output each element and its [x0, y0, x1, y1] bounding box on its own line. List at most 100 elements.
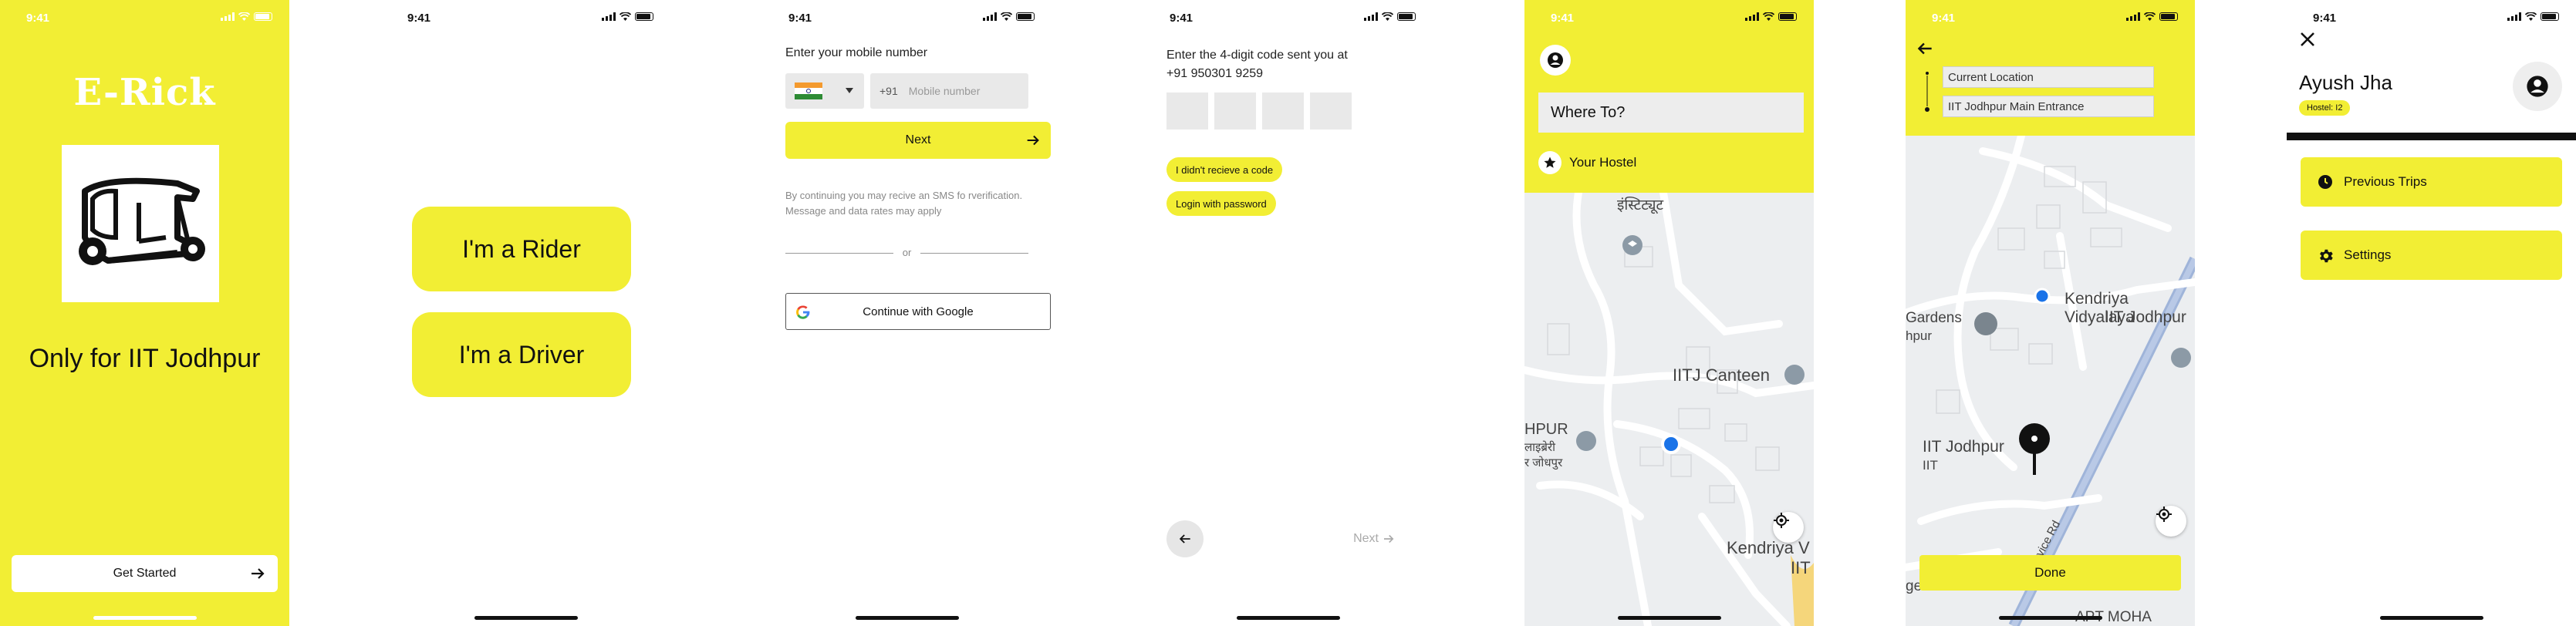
map-label-iitj-top: IIT Jodhpur	[2105, 308, 2186, 326]
profile-screen: 9:41 Ayush Jha Hostel: I2 Previous Trips…	[2287, 0, 2576, 626]
battery-icon	[1016, 12, 1035, 21]
status-icons	[221, 12, 272, 21]
phone-field[interactable]: +91	[870, 73, 1028, 109]
splash-screen: 9:41 E-Rick Only for IIT Jodhpur Get Sta…	[0, 0, 289, 626]
signal-icon	[2507, 12, 2521, 21]
divider-bar	[2287, 133, 2576, 140]
home-indicator	[93, 616, 197, 620]
signal-icon	[983, 12, 997, 21]
battery-icon	[1397, 12, 1416, 21]
hostel-badge: Hostel: I2	[2299, 100, 2351, 116]
map-view[interactable]: इंस्टिट्यूट IITJ Canteen HPUR लाइब्रेरी …	[1524, 193, 1814, 626]
otp-phone: +91 950301 9259	[1166, 67, 1264, 80]
arrow-right-icon	[1027, 135, 1039, 146]
google-icon	[796, 305, 810, 319]
status-time: 9:41	[26, 12, 50, 25]
next-label: Next	[905, 133, 931, 146]
divider-line	[920, 253, 1028, 254]
status-time: 9:41	[1551, 12, 1575, 25]
otp-digit-1[interactable]	[1166, 93, 1208, 130]
wifi-icon	[1001, 12, 1012, 21]
home-indicator	[855, 616, 959, 620]
resend-code-button[interactable]: I didn't recieve a code	[1166, 157, 1283, 182]
otp-digit-3[interactable]	[1262, 93, 1304, 130]
battery-icon	[2541, 12, 2559, 21]
login-screen: 9:41 Enter your mobile number +91 Next B…	[762, 0, 1052, 626]
signal-icon	[221, 12, 235, 21]
home-screen: इंस्टिट्यूट IITJ Canteen HPUR लाइब्रेरी …	[1524, 0, 1814, 626]
status-icons	[2126, 12, 2178, 21]
user-icon	[2527, 76, 2548, 97]
saved-place-hostel[interactable]: Your Hostel	[1538, 151, 1636, 174]
next-button[interactable]: Next	[785, 122, 1051, 159]
status-icons	[983, 12, 1035, 21]
wifi-icon	[2144, 12, 2156, 21]
signal-icon	[602, 12, 616, 21]
rider-button[interactable]: I'm a Rider	[412, 207, 631, 291]
home-indicator	[1617, 616, 1721, 620]
locate-me-button[interactable]	[2156, 506, 2186, 537]
status-icons	[1745, 12, 1797, 21]
previous-trips-button[interactable]: Previous Trips	[2301, 157, 2562, 207]
home-indicator	[1236, 616, 1340, 620]
country-code: +91	[879, 85, 898, 97]
arrow-right-icon	[252, 568, 265, 579]
map-label-gardens: Gardens	[1906, 310, 1962, 326]
status-time: 9:41	[407, 12, 431, 25]
driver-button[interactable]: I'm a Driver	[412, 312, 631, 397]
password-login-button[interactable]: Login with password	[1166, 191, 1276, 216]
next-button-disabled[interactable]: Next	[1353, 532, 1396, 546]
map-roads	[1524, 193, 1814, 626]
signal-icon	[1745, 12, 1759, 21]
otp-digit-4[interactable]	[1310, 93, 1352, 130]
locate-me-button[interactable]	[1773, 512, 1804, 543]
erick-logo	[62, 145, 219, 302]
mobile-number-input[interactable]	[908, 85, 1001, 97]
country-selector[interactable]	[785, 73, 864, 109]
wifi-icon	[1763, 12, 1774, 21]
status-icons	[2507, 12, 2559, 21]
status-icons	[1364, 12, 1416, 21]
arrow-right-icon	[1384, 534, 1394, 544]
wifi-icon	[2525, 12, 2537, 21]
wifi-icon	[238, 12, 250, 21]
arrow-left-icon[interactable]	[1915, 39, 1935, 59]
profile-button[interactable]	[1540, 45, 1571, 76]
app-title: E-Rick	[73, 71, 216, 114]
divider-line	[785, 253, 893, 254]
route-connector-icon	[1925, 72, 1929, 112]
star-icon	[1538, 151, 1561, 174]
battery-icon	[2159, 12, 2178, 21]
otp-screen: 9:41 Enter the 4-digit code sent you at …	[1143, 0, 1433, 626]
otp-digit-2[interactable]	[1214, 93, 1256, 130]
india-flag-icon	[795, 82, 822, 99]
signal-icon	[1364, 12, 1378, 21]
search-panel: 9:41 Where To? Your Hostel	[1524, 0, 1814, 193]
battery-icon	[1778, 12, 1797, 21]
crosshair-icon	[1774, 513, 1789, 528]
signal-icon	[2126, 12, 2140, 21]
otp-label: Enter the 4-digit code sent you at +91 9…	[1166, 46, 1348, 83]
close-icon[interactable]	[2299, 31, 2316, 48]
avatar[interactable]	[2513, 62, 2562, 111]
map-label-iitj: IIT Jodhpur	[1923, 438, 2004, 456]
or-label: or	[902, 247, 912, 258]
status-icons	[602, 12, 653, 21]
google-login-button[interactable]: Continue with Google	[785, 293, 1051, 330]
get-started-button[interactable]: Get Started	[12, 555, 278, 592]
back-button[interactable]	[1166, 520, 1204, 557]
map-view[interactable]: Kendriya Vidyalaya IIT Jodhpur Gardens h…	[1906, 136, 2195, 626]
home-indicator	[474, 616, 578, 620]
map-label-iit: IIT	[1923, 458, 1938, 473]
settings-button[interactable]: Settings	[2301, 231, 2562, 280]
status-time: 9:41	[1932, 12, 1956, 25]
where-to-input[interactable]: Where To?	[1538, 93, 1804, 133]
done-button[interactable]: Done	[1919, 555, 2181, 591]
destination-field[interactable]: IIT Jodhpur Main Entrance	[1943, 96, 2154, 117]
arrow-left-icon	[1179, 534, 1190, 544]
pickup-field[interactable]: Current Location	[1943, 66, 2154, 88]
map-label-hpur: HPUR	[1524, 421, 1568, 438]
status-bar: 9:41	[1906, 0, 2195, 37]
status-bar: 9:41	[2287, 0, 2576, 37]
user-icon	[1548, 52, 1563, 68]
